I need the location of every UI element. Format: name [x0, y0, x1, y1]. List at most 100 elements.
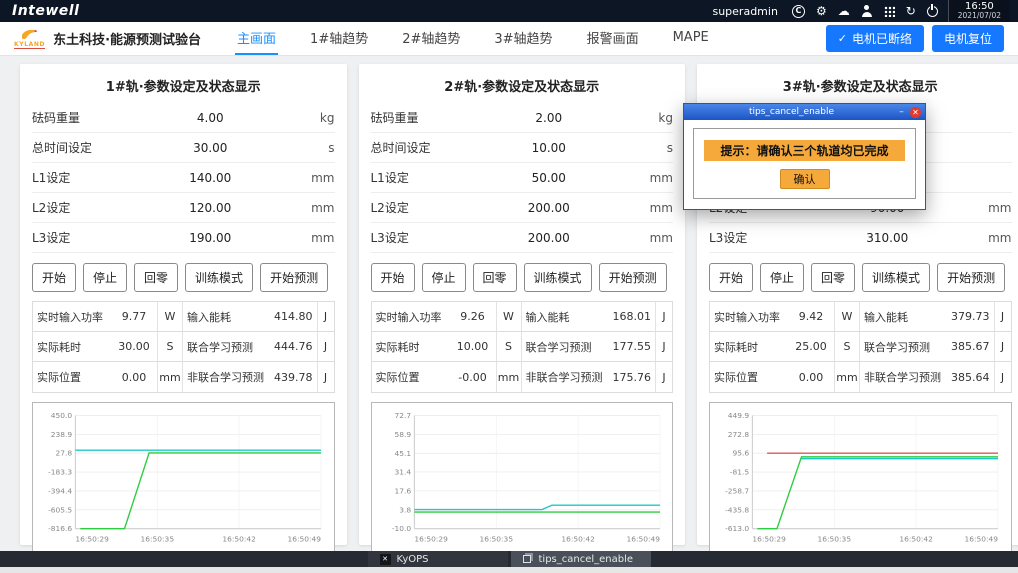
stop-button[interactable]: 停止	[760, 263, 804, 292]
param-value[interactable]: 120.00	[116, 201, 305, 215]
status-label: 联合学习预测	[859, 332, 947, 361]
status-unit: W	[496, 302, 521, 331]
status-label: 实时输入功率	[710, 302, 788, 331]
zero-button[interactable]: 回零	[134, 263, 178, 292]
tab-main-screen[interactable]: 主画面	[235, 22, 278, 55]
param-unit: mm	[982, 231, 1012, 245]
start-button[interactable]: 开始	[371, 263, 415, 292]
param-value[interactable]: 2.00	[455, 111, 644, 125]
param-row: L3设定 200.00 mm	[371, 223, 674, 253]
param-label: L1设定	[32, 169, 116, 186]
panel-title: 2#轨·参数设定及状态显示	[371, 76, 674, 95]
status-unit: mm	[157, 362, 182, 392]
svg-text:16:50:35: 16:50:35	[818, 534, 852, 543]
status-label: 实际位置	[372, 362, 450, 392]
svg-text:238.9: 238.9	[51, 430, 73, 439]
param-row: L2设定 120.00 mm	[32, 193, 335, 223]
service-icon[interactable]: C	[792, 5, 805, 18]
param-value[interactable]: 10.00	[455, 141, 644, 155]
status-label: 实际位置	[33, 362, 111, 392]
status-row: 实际耗时 30.00 S 联合学习预测 444.76 J	[33, 332, 334, 362]
tab-mape[interactable]: MAPE	[671, 22, 711, 55]
param-list: 砝码重量 4.00 kg 总时间设定 30.00 s L1设定 140.00 m…	[32, 103, 335, 253]
sync-icon[interactable]: ↻	[906, 5, 916, 17]
apps-grid-icon[interactable]	[884, 6, 895, 17]
status-value: 168.01	[609, 302, 656, 331]
tips-dialog: tips_cancel_enable – ✕ 提示：请确认三个轨道均已完成 确认	[683, 103, 926, 210]
status-label: 输入能耗	[521, 302, 609, 331]
svg-text:449.9: 449.9	[728, 411, 750, 420]
layers-icon	[523, 555, 531, 563]
param-value[interactable]: 190.00	[116, 231, 305, 245]
svg-text:27.8: 27.8	[56, 449, 73, 458]
stop-button[interactable]: 停止	[83, 263, 127, 292]
status-row: 实际耗时 25.00 S 联合学习预测 385.67 J	[710, 332, 1011, 362]
svg-text:16:50:29: 16:50:29	[75, 534, 109, 543]
status-unit: W	[157, 302, 182, 331]
status-unit: S	[496, 332, 521, 361]
svg-text:450.0: 450.0	[51, 411, 73, 420]
svg-text:-258.7: -258.7	[725, 487, 749, 496]
tab-axis2-trend[interactable]: 2#轴趋势	[400, 22, 462, 55]
tab-alarm-screen[interactable]: 报警画面	[585, 22, 641, 55]
motor-reset-button[interactable]: 电机复位	[932, 25, 1004, 52]
user-icon[interactable]	[861, 5, 873, 17]
start-predict-button[interactable]: 开始预测	[260, 263, 328, 292]
svg-text:16:50:29: 16:50:29	[414, 534, 448, 543]
train-mode-button[interactable]: 训练模式	[862, 263, 930, 292]
param-value[interactable]: 310.00	[793, 231, 982, 245]
param-row: 总时间设定 30.00 s	[32, 133, 335, 163]
param-value[interactable]: 140.00	[116, 171, 305, 185]
status-unit: J	[994, 302, 1011, 331]
taskbar-item-tips[interactable]: tips_cancel_enable	[511, 551, 651, 567]
param-unit: s	[643, 141, 673, 155]
param-value[interactable]: 4.00	[116, 111, 305, 125]
param-label: L3设定	[371, 229, 455, 246]
dialog-titlebar[interactable]: tips_cancel_enable – ✕	[684, 104, 925, 120]
cloud-icon[interactable]: ☁	[838, 5, 850, 17]
start-predict-button[interactable]: 开始预测	[599, 263, 667, 292]
param-value[interactable]: 30.00	[116, 141, 305, 155]
gear-icon[interactable]: ⚙	[816, 5, 827, 17]
train-mode-button[interactable]: 训练模式	[524, 263, 592, 292]
svg-text:-10.0: -10.0	[391, 524, 411, 533]
start-predict-button[interactable]: 开始预测	[937, 263, 1005, 292]
tab-axis3-trend[interactable]: 3#轴趋势	[492, 22, 554, 55]
stop-button[interactable]: 停止	[422, 263, 466, 292]
status-value: 0.00	[788, 362, 834, 392]
param-row: 砝码重量 4.00 kg	[32, 103, 335, 133]
param-value[interactable]: 200.00	[455, 231, 644, 245]
param-label: L1设定	[371, 169, 455, 186]
svg-text:16:50:35: 16:50:35	[479, 534, 513, 543]
nav-tabs: 主画面 1#轴趋势 2#轴趋势 3#轴趋势 报警画面 MAPE	[235, 22, 711, 55]
svg-text:16:50:42: 16:50:42	[222, 534, 256, 543]
status-value: 444.76	[270, 332, 317, 361]
param-row: L3设定 190.00 mm	[32, 223, 335, 253]
tab-axis1-trend[interactable]: 1#轴趋势	[308, 22, 370, 55]
zero-button[interactable]: 回零	[811, 263, 855, 292]
status-unit: J	[994, 362, 1011, 392]
svg-text:3.8: 3.8	[399, 505, 411, 514]
kyland-logo: KYLAND	[14, 28, 45, 49]
app-title: 东土科技·能源预测试验台	[53, 29, 201, 48]
param-value[interactable]: 200.00	[455, 201, 644, 215]
panel-axis2: 2#轨·参数设定及状态显示 砝码重量 2.00 kg 总时间设定 10.00 s…	[359, 64, 686, 545]
power-icon[interactable]	[927, 6, 938, 17]
motor-status-button[interactable]: ✓ 电机已断络	[826, 25, 924, 52]
start-button[interactable]: 开始	[709, 263, 753, 292]
svg-text:16:50:42: 16:50:42	[899, 534, 933, 543]
svg-text:16:50:29: 16:50:29	[752, 534, 786, 543]
close-icon[interactable]: ✕	[910, 107, 921, 118]
trend-chart-canvas: 449.9272.895.6-81.5-258.7-435.8-613.016:…	[715, 408, 1006, 547]
param-label: 总时间设定	[32, 139, 116, 156]
taskbar-item-kyops[interactable]: ✕ KyOPS	[368, 551, 508, 567]
param-value[interactable]: 50.00	[455, 171, 644, 185]
status-label: 实际耗时	[710, 332, 788, 361]
minimize-icon[interactable]: –	[895, 107, 908, 117]
app-nav-bar: KYLAND 东土科技·能源预测试验台 主画面 1#轴趋势 2#轴趋势 3#轴趋…	[0, 22, 1018, 56]
train-mode-button[interactable]: 训练模式	[185, 263, 253, 292]
start-button[interactable]: 开始	[32, 263, 76, 292]
zero-button[interactable]: 回零	[473, 263, 517, 292]
trend-chart: 72.758.945.131.417.63.8-10.016:50:2916:5…	[371, 402, 674, 553]
confirm-button[interactable]: 确认	[780, 169, 830, 189]
